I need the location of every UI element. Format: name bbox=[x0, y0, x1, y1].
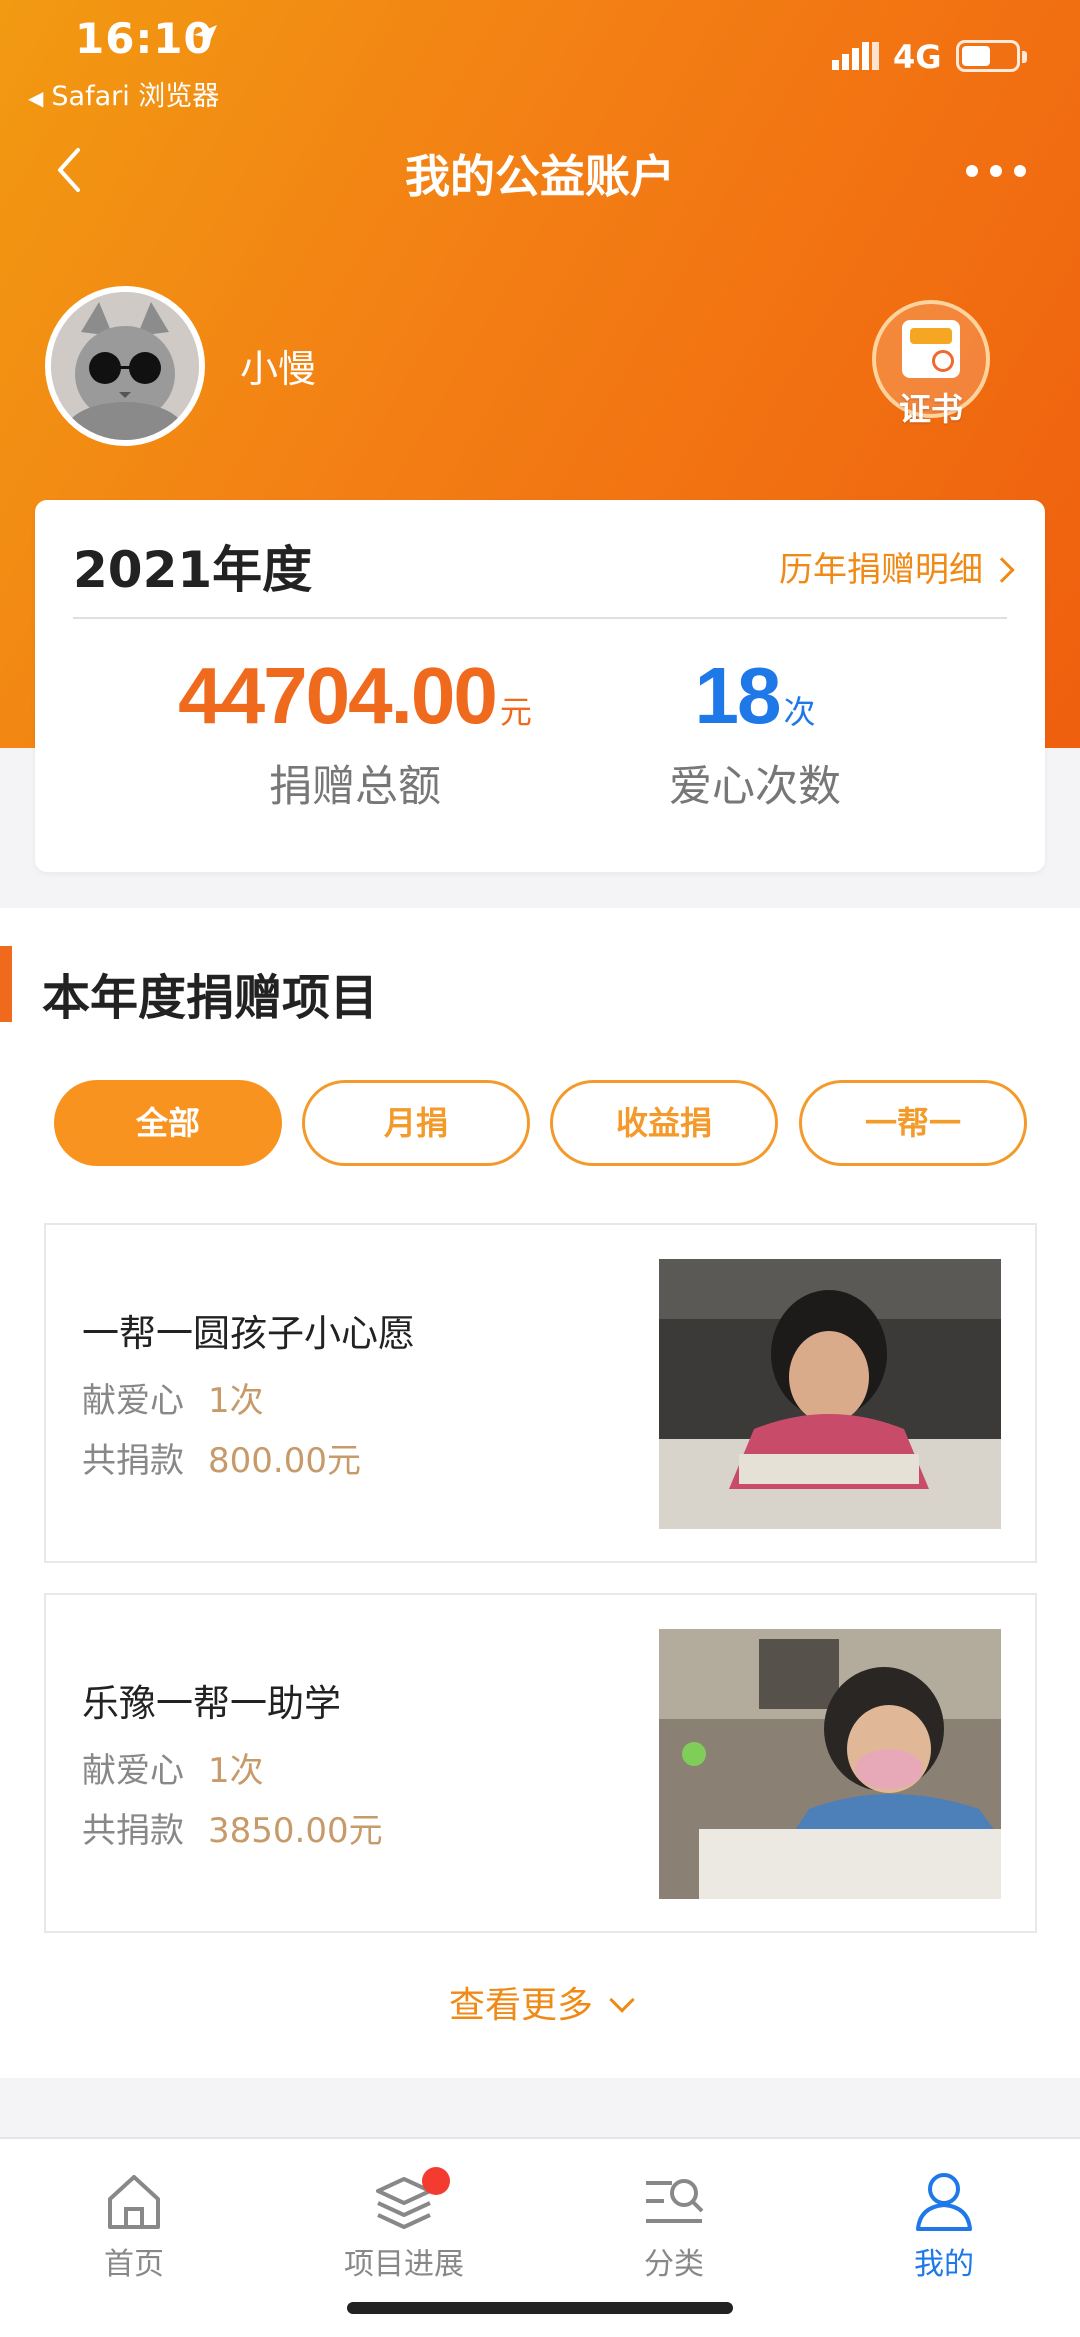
project-amount-row: 共捐款 800.00元 bbox=[82, 1433, 361, 1482]
count-unit: 次 bbox=[783, 693, 816, 731]
notification-dot bbox=[422, 2167, 450, 2195]
location-arrow-icon bbox=[194, 25, 217, 48]
annual-summary-card: 2021年度 历年捐赠明细 44704.00 元 捐赠总额 18 次 爱心次数 bbox=[35, 500, 1045, 872]
page-title: 我的公益账户 bbox=[404, 150, 675, 203]
total-unit: 元 bbox=[499, 693, 532, 731]
tab-project-progress-label: 项目进展 bbox=[344, 2247, 464, 2282]
project-title: 乐豫一帮一助学 bbox=[82, 1682, 341, 1725]
project-times-row: 献爱心 1次 bbox=[82, 1743, 264, 1792]
project-card[interactable]: 一帮一圆孩子小心愿 献爱心 1次 共捐款 800.00元 bbox=[44, 1223, 1037, 1563]
love-count-stat: 18 次 爱心次数 bbox=[555, 650, 955, 814]
back-triangle-icon: ◀ bbox=[28, 86, 44, 110]
back-to-app-link[interactable]: ◀ Safari 浏览器 bbox=[28, 74, 219, 113]
back-app-label: Safari 浏览器 bbox=[51, 81, 220, 112]
project-photo bbox=[659, 1259, 1001, 1529]
filter-all[interactable]: 全部 bbox=[54, 1080, 282, 1166]
project-times-row: 献爱心 1次 bbox=[82, 1373, 264, 1422]
filter-one-on-one[interactable]: 一帮一 bbox=[799, 1080, 1027, 1166]
project-title: 一帮一圆孩子小心愿 bbox=[82, 1312, 415, 1355]
view-more-button[interactable]: 查看更多 bbox=[0, 1976, 1080, 2028]
history-details-link[interactable]: 历年捐赠明细 bbox=[779, 542, 1015, 591]
network-type: 4G bbox=[893, 38, 942, 76]
times-value: 1次 bbox=[208, 1381, 264, 1421]
tab-category-label: 分类 bbox=[644, 2247, 704, 2282]
filter-yield[interactable]: 收益捐 bbox=[550, 1080, 778, 1166]
chevron-down-icon bbox=[609, 1987, 635, 2013]
tab-home-label: 首页 bbox=[104, 2247, 164, 2282]
summary-year: 2021年度 bbox=[73, 541, 313, 599]
amount-value: 800.00元 bbox=[208, 1441, 361, 1481]
total-amount: 44704.00 bbox=[178, 651, 498, 740]
times-label: 献爱心 bbox=[82, 1751, 184, 1791]
tab-mine-label: 我的 bbox=[914, 2247, 974, 2282]
tab-project-progress[interactable]: 项目进展 bbox=[304, 2167, 504, 2283]
filter-tabs: 全部 月捐 收益捐 一帮一 bbox=[54, 1080, 1034, 1166]
avatar[interactable] bbox=[45, 286, 205, 446]
home-icon bbox=[108, 2175, 160, 2229]
cat-avatar-image bbox=[51, 292, 199, 440]
chevron-right-icon bbox=[989, 557, 1015, 583]
user-icon bbox=[916, 2173, 972, 2231]
project-card[interactable]: 乐豫一帮一助学 献爱心 1次 共捐款 3850.00元 bbox=[44, 1593, 1037, 1933]
total-label: 捐赠总额 bbox=[269, 762, 441, 812]
battery-icon bbox=[956, 40, 1027, 72]
section-accent-bar bbox=[0, 946, 12, 1022]
home-indicator bbox=[347, 2302, 733, 2314]
project-amount-row: 共捐款 3850.00元 bbox=[82, 1803, 383, 1852]
signal-icon bbox=[832, 42, 879, 70]
history-details-label: 历年捐赠明细 bbox=[779, 550, 983, 590]
count-label: 爱心次数 bbox=[669, 762, 841, 812]
more-menu-button[interactable] bbox=[966, 160, 1028, 180]
section-title: 本年度捐赠项目 bbox=[42, 970, 379, 1026]
certificate-button[interactable]: 证书 bbox=[872, 300, 992, 430]
username: 小慢 bbox=[240, 347, 317, 391]
times-label: 献爱心 bbox=[82, 1381, 184, 1421]
tab-mine[interactable]: 我的 bbox=[844, 2169, 1044, 2283]
amount-label: 共捐款 bbox=[82, 1441, 184, 1481]
project-photo bbox=[659, 1629, 1001, 1899]
tab-category[interactable]: 分类 bbox=[574, 2169, 774, 2283]
love-count: 18 bbox=[694, 651, 782, 740]
filter-monthly[interactable]: 月捐 bbox=[302, 1080, 530, 1166]
certificate-label: 证书 bbox=[898, 390, 963, 428]
certificate-icon bbox=[902, 320, 960, 378]
times-value: 1次 bbox=[208, 1751, 264, 1791]
divider bbox=[73, 617, 1007, 619]
amount-label: 共捐款 bbox=[82, 1811, 184, 1851]
tab-home[interactable]: 首页 bbox=[34, 2169, 234, 2283]
view-more-label: 查看更多 bbox=[448, 1985, 593, 2026]
category-search-icon bbox=[646, 2179, 704, 2223]
amount-value: 3850.00元 bbox=[208, 1811, 383, 1851]
total-donation-stat: 44704.00 元 捐赠总额 bbox=[135, 650, 575, 814]
projects-section: 本年度捐赠项目 全部 月捐 收益捐 一帮一 一帮一圆孩子小心愿 献爱心 1次 共捐… bbox=[0, 908, 1080, 2078]
